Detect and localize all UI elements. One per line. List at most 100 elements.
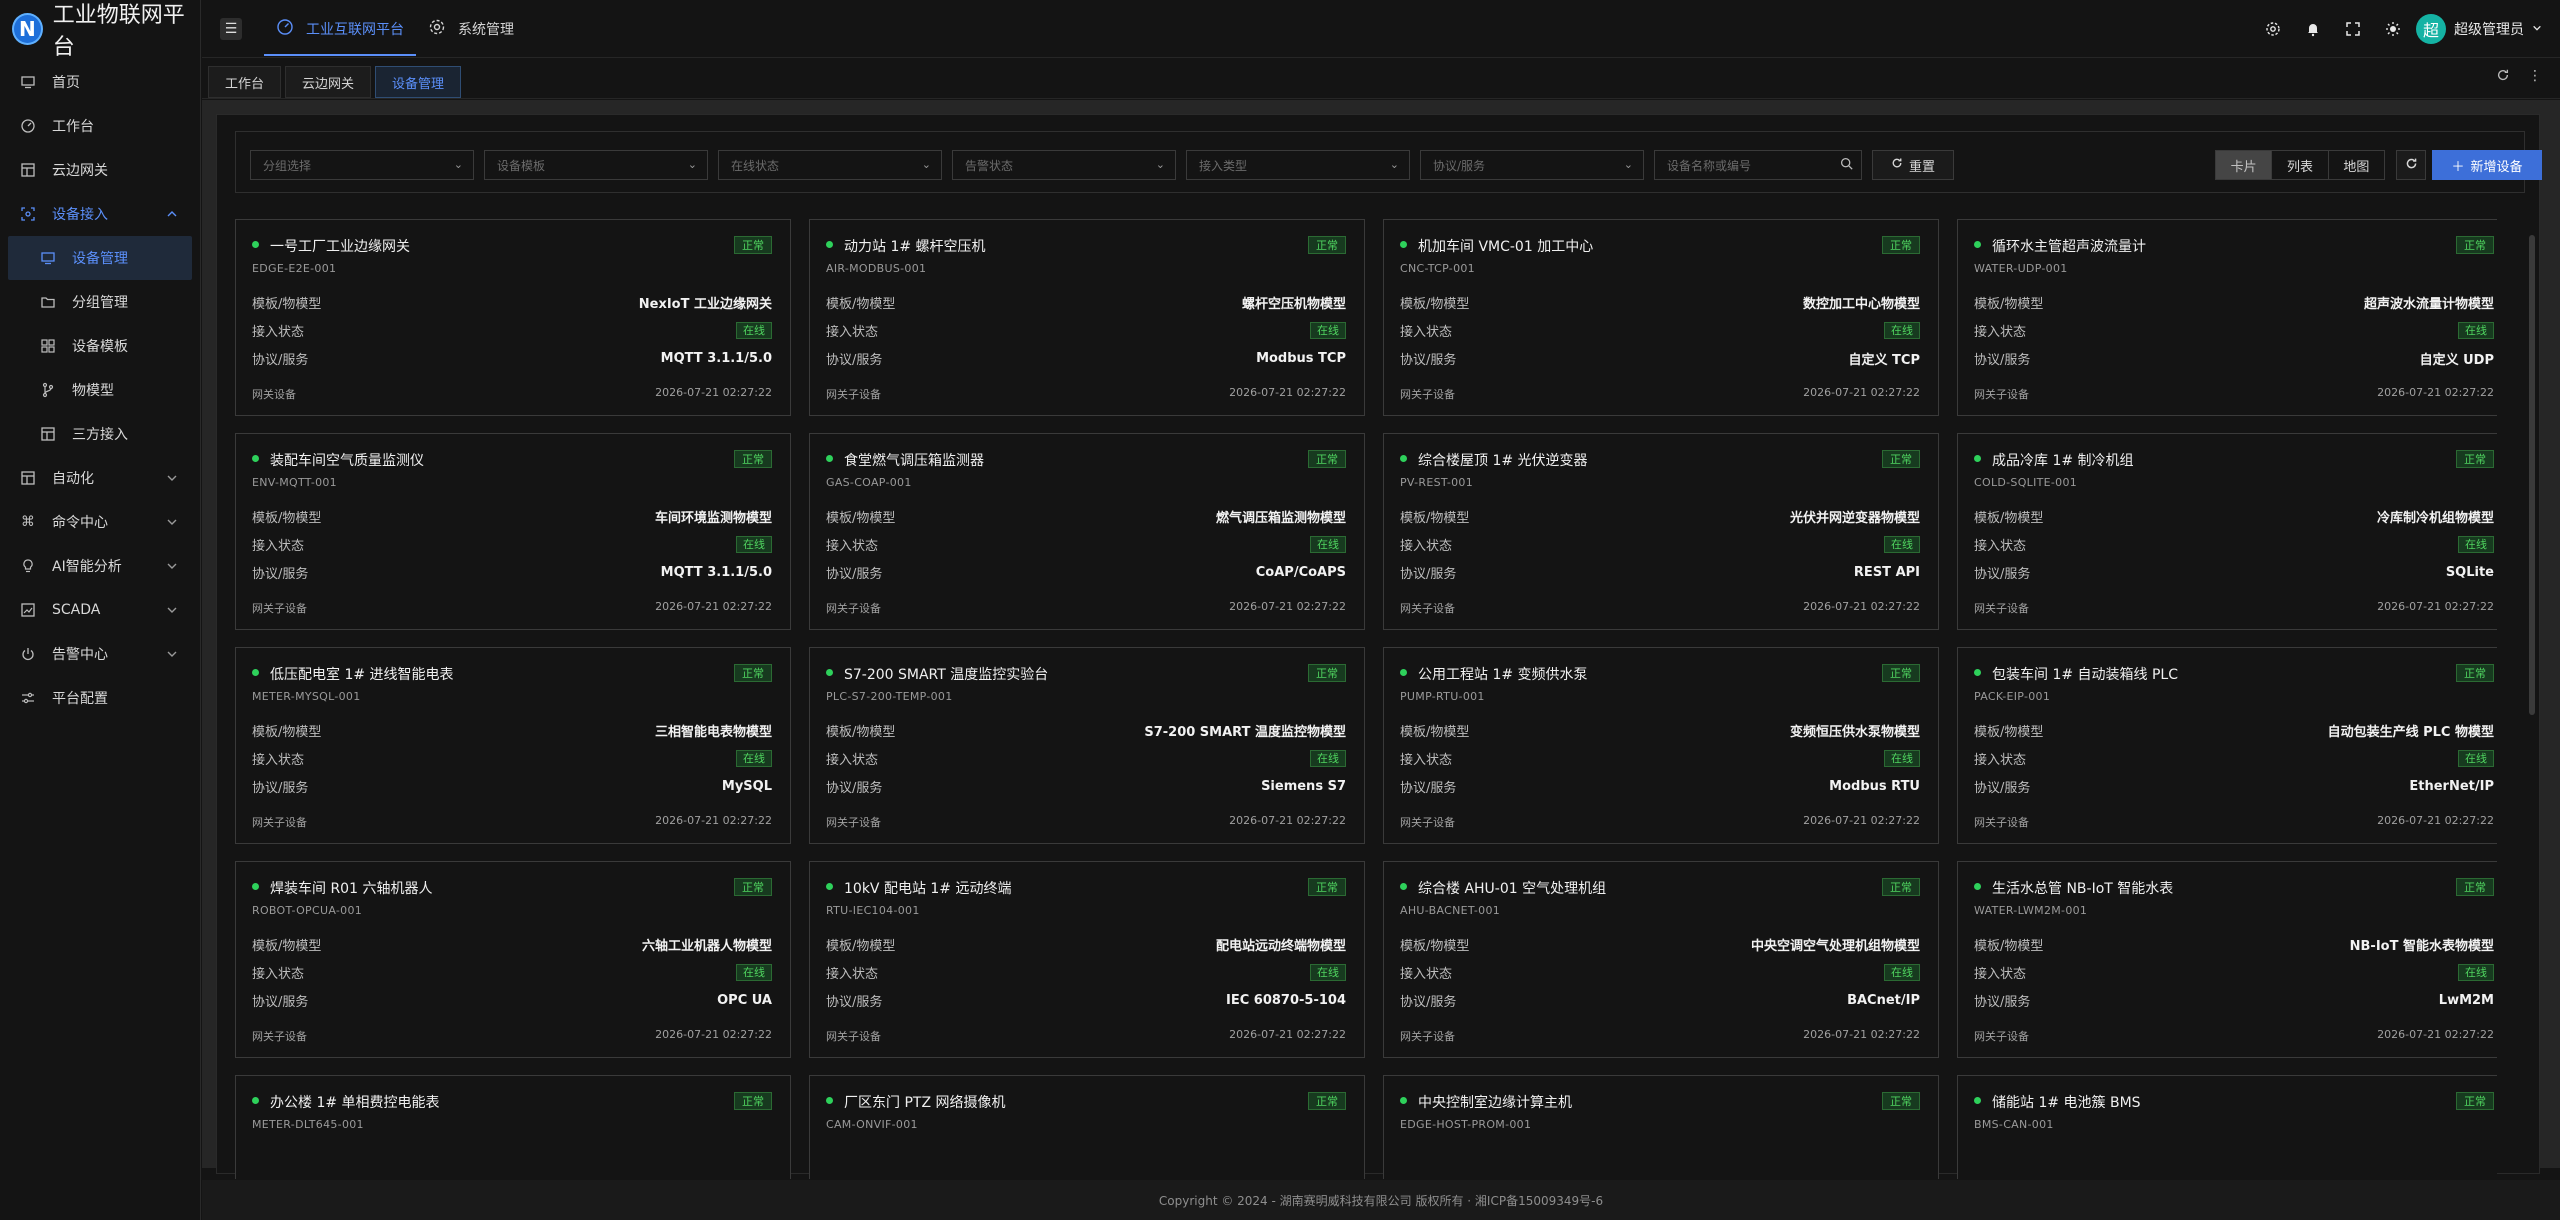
sidebar-item-alarm-center[interactable]: 告警中心 <box>0 632 200 676</box>
status-dot <box>252 883 259 890</box>
device-card[interactable]: 生活水总管 NB-IoT 智能水表 正常 WATER-LWM2M-001 模板/物模型… <box>1957 861 2497 1058</box>
sidebar-item-scada[interactable]: SCADA <box>0 588 200 632</box>
device-card[interactable]: 机加车间 VMC-01 加工中心 正常 CNC-TCP-001 模板/物模型 数控加工中… <box>1383 219 1939 416</box>
tab-workbench[interactable]: 工作台 <box>208 66 282 98</box>
device-card[interactable]: 10kV 配电站 1# 远动终端 正常 RTU-IEC104-001 模板/物模型 配电… <box>809 861 1365 1058</box>
tab-device-management[interactable]: 设备管理 <box>375 66 462 98</box>
access-badge: 在线 <box>1884 535 1920 553</box>
sidebar-item-home[interactable]: 首页 <box>0 60 200 104</box>
device-card[interactable]: 厂区东门 PTZ 网络摄像机 正常 CAM-ONVIF-001 <box>809 1075 1365 1179</box>
table-icon <box>20 470 36 486</box>
device-card[interactable]: 循环水主管超声波流量计 正常 WATER-UDP-001 模板/物模型 超声波水流量计物… <box>1957 219 2497 416</box>
monitor-icon <box>20 74 36 90</box>
device-card[interactable]: 储能站 1# 电池簇 BMS 正常 BMS-CAN-001 <box>1957 1075 2497 1179</box>
more-vertical-icon[interactable]: ⋮ <box>2528 68 2542 86</box>
access-row: 接入状态 在线 <box>826 535 1346 554</box>
device-card[interactable]: 包装车间 1# 自动装箱线 PLC 正常 PACK-EIP-001 模板/物模型 自动包… <box>1957 647 2497 844</box>
sidebar-item-thing-model[interactable]: 物模型 <box>0 368 200 412</box>
access-badge: 在线 <box>736 749 772 767</box>
add-device-button[interactable]: ＋ 新增设备 <box>2432 150 2542 180</box>
refresh-icon[interactable] <box>2496 68 2510 86</box>
view-map-tab[interactable]: 地图 <box>2328 151 2384 179</box>
device-code: WATER-UDP-001 <box>1974 262 2068 275</box>
nav-item-iiot-platform[interactable]: 工业互联网平台 <box>264 0 416 58</box>
sun-icon[interactable] <box>2384 20 2402 38</box>
alarm-status-select[interactable]: 告警状态 ⌄ <box>952 150 1176 180</box>
device-card[interactable]: 食堂燃气调压箱监测器 正常 GAS-COAP-001 模板/物模型 燃气调压箱监测物模型… <box>809 433 1365 630</box>
card-footer: 网关子设备 2026-07-21 02:27:22 <box>1974 600 2494 616</box>
card-footer: 网关子设备 2026-07-21 02:27:22 <box>1974 814 2494 830</box>
view-card-tab[interactable]: 卡片 <box>2216 151 2273 179</box>
device-card[interactable]: 焊装车间 R01 六轴机器人 正常 ROBOT-OPCUA-001 模板/物模型 六轴工… <box>235 861 791 1058</box>
device-card[interactable]: 办公楼 1# 单相费控电能表 正常 METER-DLT645-001 <box>235 1075 791 1179</box>
device-card[interactable]: 成品冷库 1# 制冷机组 正常 COLD-SQLITE-001 模板/物模型 冷库制冷机… <box>1957 433 2497 630</box>
online-status-select[interactable]: 在线状态 ⌄ <box>718 150 942 180</box>
sliders-icon <box>20 690 36 706</box>
access-type-select[interactable]: 接入类型 ⌄ <box>1186 150 1410 180</box>
search-placeholder: 设备名称或编号 <box>1667 158 1752 173</box>
sidebar-item-device-access[interactable]: 设备接入 <box>0 192 200 236</box>
sidebar-item-ai-analysis[interactable]: AI智能分析 <box>0 544 200 588</box>
sidebar-item-platform-config[interactable]: 平台配置 <box>0 676 200 720</box>
search-input[interactable]: 设备名称或编号 <box>1654 150 1862 180</box>
sidebar-item-automation[interactable]: 自动化 <box>0 456 200 500</box>
device-card[interactable]: 装配车间空气质量监测仪 正常 ENV-MQTT-001 模板/物模型 车间环境监测物模型… <box>235 433 791 630</box>
access-label: 接入状态 <box>1974 752 2027 768</box>
access-badge: 在线 <box>736 321 772 339</box>
status-badge: 正常 <box>1308 236 1346 254</box>
card-footer: 网关子设备 2026-07-21 02:27:22 <box>252 600 772 616</box>
card-footer: 网关子设备 2026-07-21 02:27:22 <box>1400 600 1920 616</box>
app-logo[interactable]: N 工业物联网平台 <box>0 0 200 60</box>
nav-item-system-management[interactable]: 系统管理 <box>416 0 526 58</box>
device-card[interactable]: 公用工程站 1# 变频供水泵 正常 PUMP-RTU-001 模板/物模型 变频恒压供水… <box>1383 647 1939 844</box>
device-card[interactable]: 综合楼屋顶 1# 光伏逆变器 正常 PV-REST-001 模板/物模型 光伏并网逆变器… <box>1383 433 1939 630</box>
sidebar-item-group-management[interactable]: 分组管理 <box>0 280 200 324</box>
sidebar-item-label: SCADA <box>52 602 101 618</box>
fullscreen-icon[interactable] <box>2344 20 2362 38</box>
sidebar-item-third-party[interactable]: 三方接入 <box>0 412 200 456</box>
access-badge: 在线 <box>1884 749 1920 767</box>
folder-icon <box>40 294 56 310</box>
device-card[interactable]: 综合楼 AHU-01 空气处理机组 正常 AHU-BACNET-001 模板/物模型 中… <box>1383 861 1939 1058</box>
device-time: 2026-07-21 02:27:22 <box>2377 386 2494 399</box>
device-card[interactable]: 一号工厂工业边缘网关 正常 EDGE-E2E-001 模板/物模型 NexIoT 工业边… <box>235 219 791 416</box>
sidebar-item-label: 设备管理 <box>72 251 128 267</box>
bell-icon[interactable] <box>2304 20 2322 38</box>
device-card[interactable]: S7-200 SMART 温度监控实验台 正常 PLC-S7-200-TEMP-00… <box>809 647 1365 844</box>
reset-button[interactable]: 重置 <box>1872 150 1954 180</box>
sidebar-item-command-center[interactable]: ⌘ 命令中心 <box>0 500 200 544</box>
refresh-button[interactable] <box>2396 150 2426 180</box>
protocol-label: 协议/服务 <box>826 994 883 1010</box>
tab-cloud-edge-gateway[interactable]: 云边网关 <box>285 66 372 98</box>
device-card[interactable]: 中央控制室边缘计算主机 正常 EDGE-HOST-PROM-001 <box>1383 1075 1939 1179</box>
group-select[interactable]: 分组选择 ⌄ <box>250 150 474 180</box>
device-card[interactable]: 低压配电室 1# 进线智能电表 正常 METER-MYSQL-001 模板/物模型 三相… <box>235 647 791 844</box>
sidebar-item-device-template[interactable]: 设备模板 <box>0 324 200 368</box>
access-badge: 在线 <box>1310 535 1346 553</box>
user-menu[interactable]: 超 超级管理员 <box>2416 14 2542 44</box>
sidebar-item-label: 设备模板 <box>72 339 128 355</box>
protocol-label: 协议/服务 <box>1974 566 2031 582</box>
status-dot <box>252 669 259 676</box>
view-list-tab[interactable]: 列表 <box>2272 151 2329 179</box>
search-icon[interactable] <box>1840 157 1853 173</box>
model-label: 模板/物模型 <box>826 724 896 740</box>
device-code: WATER-LWM2M-001 <box>1974 904 2088 917</box>
device-time: 2026-07-21 02:27:22 <box>2377 600 2494 613</box>
protocol-value: OPC UA <box>717 992 772 1008</box>
settings-icon[interactable] <box>2264 20 2282 38</box>
menu-toggle-icon[interactable]: ☰ <box>220 17 242 40</box>
sidebar-item-label: 首页 <box>52 75 80 91</box>
gear-icon <box>428 18 446 40</box>
device-code: PV-REST-001 <box>1400 476 1474 489</box>
protocol-select[interactable]: 协议/服务 ⌄ <box>1420 150 1644 180</box>
model-value: 变频恒压供水泵物模型 <box>1789 724 1920 740</box>
sidebar-item-gateway[interactable]: 云边网关 <box>0 148 200 192</box>
protocol-label: 协议/服务 <box>252 566 309 582</box>
device-card[interactable]: 动力站 1# 螺杆空压机 正常 AIR-MODBUS-001 模板/物模型 螺杆空压机物… <box>809 219 1365 416</box>
scrollbar[interactable] <box>2529 235 2535 715</box>
sidebar-item-device-management[interactable]: 设备管理 <box>8 236 192 280</box>
sidebar-item-workbench[interactable]: 工作台 <box>0 104 200 148</box>
template-select[interactable]: 设备模板 ⌄ <box>484 150 708 180</box>
protocol-value: MQTT 3.1.1/5.0 <box>660 350 772 366</box>
